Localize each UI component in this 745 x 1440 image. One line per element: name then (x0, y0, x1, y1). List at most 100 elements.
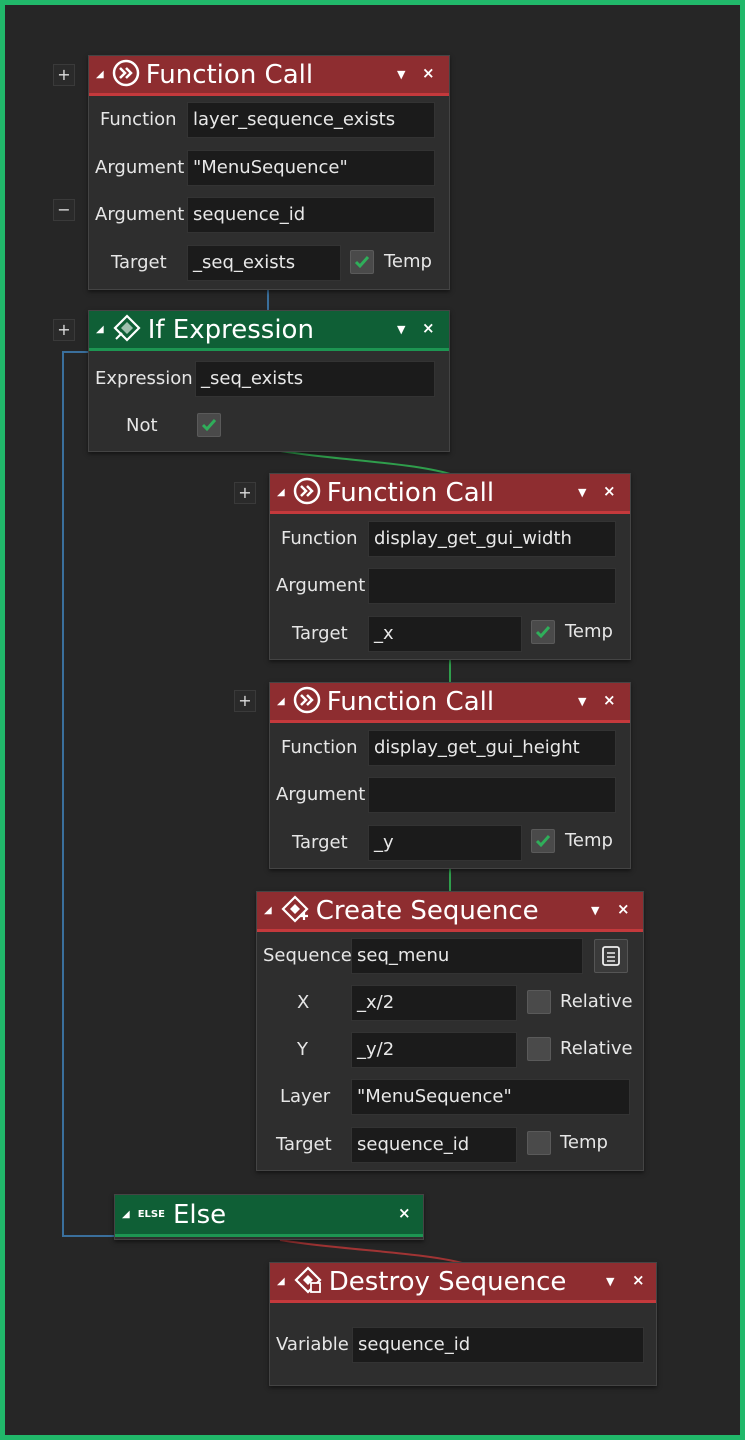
temp-label: Temp (384, 251, 432, 272)
argument-label: Argument (276, 575, 366, 596)
temp-checkbox[interactable] (531, 829, 555, 853)
y-relative-label: Relative (560, 1038, 633, 1059)
wire-if-else-branch (62, 351, 114, 1237)
expand-button-fc2[interactable]: + (234, 482, 256, 504)
target-label: Target (292, 832, 348, 853)
x-input[interactable]: _x/2 (351, 985, 517, 1021)
layer-label: Layer (280, 1086, 331, 1107)
block-title: Else (172, 1199, 227, 1230)
destroy-sequence-icon (293, 1265, 323, 1299)
close-icon[interactable]: × (422, 319, 435, 337)
temp-checkbox[interactable] (350, 250, 374, 274)
dropdown-icon[interactable]: ▼ (578, 695, 586, 708)
function-call-block-1[interactable]: ◢ Function Call ▼ × Function layer_seque… (88, 55, 450, 290)
block-header[interactable]: ◢ Function Call ▼ × (89, 56, 449, 96)
function-call-block-3[interactable]: ◢ Function Call ▼ × Function display_get… (269, 682, 631, 869)
collapse-triangle-icon[interactable]: ◢ (96, 69, 104, 80)
collapse-triangle-icon[interactable]: ◢ (277, 696, 285, 707)
function-call-icon (293, 477, 321, 509)
temp-checkbox[interactable] (527, 1131, 551, 1155)
dropdown-icon[interactable]: ▼ (606, 1275, 614, 1288)
block-title: Function Call (326, 477, 495, 508)
asset-browser-icon (602, 946, 620, 966)
layer-input[interactable]: "MenuSequence" (351, 1079, 630, 1115)
else-block[interactable]: ◢ ELSE Else × (114, 1194, 424, 1240)
target-input[interactable]: sequence_id (351, 1127, 517, 1163)
checkmark-icon (535, 835, 551, 848)
target-label: Target (111, 252, 167, 273)
dropdown-icon[interactable]: ▼ (578, 486, 586, 499)
dropdown-icon[interactable]: ▼ (591, 904, 599, 917)
create-sequence-block[interactable]: ◢ Create Sequence ▼ × Sequence seq_menu … (256, 891, 644, 1171)
dropdown-icon[interactable]: ▼ (397, 323, 405, 336)
function-call-icon (293, 686, 321, 718)
function-input[interactable]: display_get_gui_height (368, 730, 616, 766)
block-header[interactable]: ◢ If Expression ▼ × (89, 311, 449, 351)
expression-input[interactable]: _seq_exists (195, 361, 435, 397)
function-label: Function (100, 109, 177, 130)
argument-input[interactable]: "MenuSequence" (187, 150, 435, 186)
block-title: Destroy Sequence (328, 1266, 567, 1297)
wire-else-to-destroy (279, 1239, 463, 1264)
collapse-triangle-icon[interactable]: ◢ (277, 487, 285, 498)
argument-label: Argument (95, 204, 185, 225)
target-input[interactable]: _x (368, 616, 522, 652)
sequence-picker-button[interactable] (594, 939, 628, 973)
close-icon[interactable]: × (617, 900, 630, 918)
not-checkbox[interactable] (197, 413, 221, 437)
argument-input[interactable] (368, 777, 616, 813)
temp-label: Temp (565, 830, 613, 851)
argument-input[interactable]: sequence_id (187, 197, 435, 233)
target-input[interactable]: _y (368, 825, 522, 861)
expression-label: Expression (95, 368, 193, 389)
target-input[interactable]: _seq_exists (187, 245, 341, 281)
variable-input[interactable]: sequence_id (352, 1327, 644, 1363)
x-label: X (297, 992, 310, 1013)
collapse-triangle-icon[interactable]: ◢ (96, 324, 104, 335)
expand-button-fc3[interactable]: + (234, 690, 256, 712)
block-header[interactable]: ◢ Function Call ▼ × (270, 474, 630, 514)
y-input[interactable]: _y/2 (351, 1032, 517, 1068)
argument-label: Argument (276, 784, 366, 805)
close-icon[interactable]: × (603, 482, 616, 500)
block-title: Function Call (145, 59, 314, 90)
close-icon[interactable]: × (422, 64, 435, 82)
collapse-triangle-icon[interactable]: ◢ (264, 905, 272, 916)
checkmark-icon (201, 419, 217, 432)
destroy-sequence-block[interactable]: ◢ Destroy Sequence ▼ × Variable sequence… (269, 1262, 657, 1386)
function-input[interactable]: layer_sequence_exists (187, 102, 435, 138)
variable-label: Variable (276, 1334, 349, 1355)
close-icon[interactable]: × (398, 1204, 411, 1222)
expand-button-if[interactable]: + (53, 319, 75, 341)
collapse-triangle-icon[interactable]: ◢ (277, 1276, 285, 1287)
if-expression-block[interactable]: ◢ If Expression ▼ × Expression _seq_exis… (88, 310, 450, 452)
close-icon[interactable]: × (632, 1271, 645, 1289)
collapse-button-fc1[interactable]: − (53, 199, 75, 221)
x-relative-checkbox[interactable] (527, 990, 551, 1014)
temp-label: Temp (565, 621, 613, 642)
block-title: Function Call (326, 686, 495, 717)
dropdown-icon[interactable]: ▼ (397, 68, 405, 81)
argument-input[interactable] (368, 568, 616, 604)
checkmark-icon (354, 256, 370, 269)
block-header[interactable]: ◢ Function Call ▼ × (270, 683, 630, 723)
sequence-input[interactable]: seq_menu (351, 938, 583, 974)
y-relative-checkbox[interactable] (527, 1037, 551, 1061)
collapse-triangle-icon[interactable]: ◢ (122, 1209, 130, 1220)
function-label: Function (281, 737, 358, 758)
x-relative-label: Relative (560, 991, 633, 1012)
close-icon[interactable]: × (603, 691, 616, 709)
block-header[interactable]: ◢ Create Sequence ▼ × (257, 892, 643, 932)
function-label: Function (281, 528, 358, 549)
y-label: Y (297, 1039, 308, 1060)
block-header[interactable]: ◢ Destroy Sequence ▼ × (270, 1263, 656, 1303)
if-expression-icon (112, 313, 142, 347)
function-call-block-2[interactable]: ◢ Function Call ▼ × Function display_get… (269, 473, 631, 660)
wire-if-to-fc2 (274, 449, 451, 475)
function-input[interactable]: display_get_gui_width (368, 521, 616, 557)
expand-button-fc1[interactable]: + (53, 64, 75, 86)
block-header[interactable]: ◢ ELSE Else × (115, 1195, 423, 1237)
function-call-icon (112, 59, 140, 91)
block-title: Create Sequence (315, 895, 539, 926)
temp-checkbox[interactable] (531, 620, 555, 644)
